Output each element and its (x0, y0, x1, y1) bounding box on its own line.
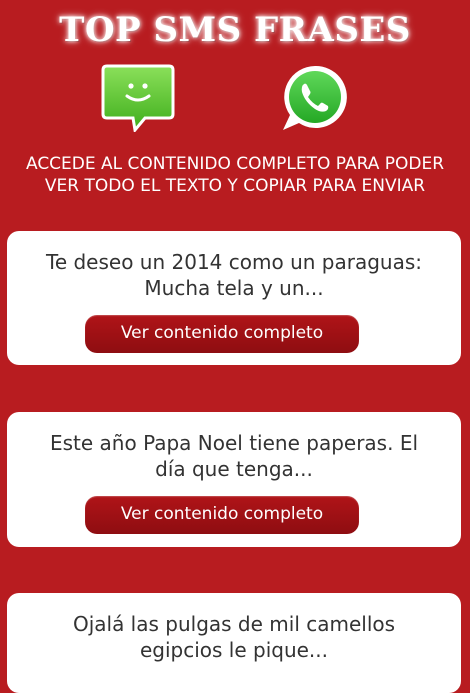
message-preview-line-1: Este año Papa Noel tiene paperas. El (49, 431, 419, 455)
view-full-content-button[interactable]: Ver contenido completo (85, 315, 359, 353)
message-card: Te deseo un 2014 como un paraguas: Mucha… (7, 231, 461, 365)
message-preview: Te deseo un 2014 como un paraguas: Mucha… (17, 249, 451, 301)
message-preview: Este año Papa Noel tiene paperas. El día… (17, 430, 451, 482)
app-title: TOP SMS FRASES (59, 10, 411, 50)
sms-message-icon (101, 64, 175, 132)
app-header: TOP SMS FRASES ACCEDE AL CONTENIDO COMPL… (0, 0, 470, 210)
message-preview-line-1: Ojalá las pulgas de mil camellos (72, 612, 396, 636)
instructions-text: ACCEDE AL CONTENIDO COMPLETO PARA PODER … (0, 153, 470, 197)
message-preview: Ojalá las pulgas de mil camellos egipcio… (17, 611, 451, 663)
message-preview-line-1: Te deseo un 2014 como un paraguas: (46, 250, 422, 274)
instructions-line-1: ACCEDE AL CONTENIDO COMPLETO PARA PODER (25, 154, 445, 174)
instructions-line-2: VER TODO EL TEXTO Y COPIAR PARA ENVIAR (44, 176, 426, 196)
message-card: Ojalá las pulgas de mil camellos egipcio… (7, 593, 461, 693)
message-preview-line-2: día que tenga... (155, 457, 313, 481)
message-preview-line-2: Mucha tela y un... (144, 276, 324, 300)
message-preview-line-2: egipcios le pique... (139, 638, 329, 662)
whatsapp-icon (283, 65, 347, 130)
message-card: Este año Papa Noel tiene paperas. El día… (7, 412, 461, 547)
view-full-content-button[interactable]: Ver contenido completo (85, 496, 359, 534)
